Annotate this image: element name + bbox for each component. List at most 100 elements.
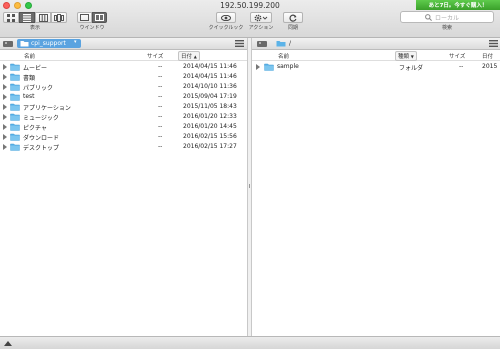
file-name: アプリケーション <box>23 105 71 112</box>
right-path-chip[interactable]: / <box>276 39 306 48</box>
sync-icon <box>289 14 297 22</box>
sync-button[interactable] <box>283 12 303 23</box>
disclosure-triangle-icon[interactable] <box>3 64 7 70</box>
disclosure-triangle-icon[interactable] <box>3 84 7 90</box>
folder-icon <box>10 63 20 71</box>
right-col-kind[interactable]: 種類 ▼ <box>395 51 417 61</box>
file-name: test <box>23 93 35 100</box>
table-row[interactable]: sample フォルダ -- 2015 <box>252 62 500 72</box>
disclosure-triangle-icon[interactable] <box>3 124 7 130</box>
disclosure-triangle-icon[interactable] <box>3 114 7 120</box>
drive-icon <box>3 41 13 47</box>
disclosure-triangle-icon[interactable] <box>3 144 7 150</box>
right-pane-menu-button[interactable] <box>489 40 498 47</box>
folder-icon <box>10 83 20 91</box>
right-col-date[interactable]: 日付 <box>482 52 493 60</box>
view-label: 表示 <box>29 25 40 31</box>
expand-panel-button[interactable] <box>3 340 13 347</box>
file-kind: フォルダ <box>399 65 424 72</box>
right-column-header: 名前 種類 ▼ サイズ 日付 <box>252 51 500 61</box>
dual-pane-button[interactable] <box>92 12 107 23</box>
status-bar <box>0 336 500 349</box>
file-date: 2016/01/20 12:33 <box>183 113 237 120</box>
right-col-kind-label: 種類 <box>398 54 410 60</box>
file-date: 2014/10/10 11:36 <box>183 83 237 90</box>
file-date: 2016/02/15 17:27 <box>183 143 237 150</box>
file-date: 2016/01/20 14:45 <box>183 123 237 130</box>
eye-icon <box>221 14 231 21</box>
table-row[interactable]: アプリケーション -- 2015/11/05 18:43 <box>0 102 247 112</box>
single-pane-icon <box>80 14 89 21</box>
search-icon <box>425 13 432 21</box>
folder-icon <box>264 63 274 71</box>
right-col-name[interactable]: 名前 <box>278 52 289 60</box>
coverflow-icon <box>54 13 64 22</box>
file-date: 2014/04/15 11:46 <box>183 63 237 70</box>
file-date: 2015/09/04 17:19 <box>183 93 237 100</box>
pane-divider[interactable] <box>247 38 252 336</box>
coverflow-view-button[interactable] <box>51 12 67 23</box>
file-date: 2016/02/15 15:56 <box>183 133 237 140</box>
file-name: ミュージック <box>23 115 59 122</box>
left-col-date-label: 日付 <box>181 54 193 60</box>
left-column-header: 名前 サイズ 日付 ▲ <box>0 51 247 61</box>
right-drive-button[interactable] <box>256 39 268 48</box>
file-name: ピクチャ <box>23 125 47 132</box>
divider-grip <box>249 184 250 188</box>
disclosure-triangle-icon[interactable] <box>3 74 7 80</box>
disclosure-triangle-icon[interactable] <box>256 64 260 70</box>
left-path-chip[interactable]: cpi_support ▾ <box>17 39 81 48</box>
table-row[interactable]: デスクトップ -- 2016/02/15 17:27 <box>0 142 247 152</box>
table-row[interactable]: ミュージック -- 2016/01/20 12:33 <box>0 112 247 122</box>
folder-icon <box>10 93 20 101</box>
table-row[interactable]: パブリック -- 2014/10/10 11:36 <box>0 82 247 92</box>
drive-icon <box>257 41 267 47</box>
action-menu-button[interactable] <box>250 12 272 23</box>
grid-icon <box>7 13 15 22</box>
file-size: -- <box>158 73 163 80</box>
left-col-size[interactable]: サイズ <box>147 52 163 60</box>
folder-icon <box>10 103 20 111</box>
search-label: 検索 <box>441 25 452 31</box>
left-drive-button[interactable] <box>2 39 14 48</box>
file-size: -- <box>158 103 163 110</box>
buy-now-button[interactable]: あと7日。今すぐ購入！ <box>416 0 500 10</box>
action-label: アクション <box>248 25 274 31</box>
right-path-name: / <box>289 40 292 47</box>
table-row[interactable]: test -- 2015/09/04 17:19 <box>0 92 247 102</box>
search-field[interactable]: ローカル <box>400 11 494 23</box>
table-row[interactable]: ムービー -- 2014/04/15 11:46 <box>0 62 247 72</box>
left-path-bar: cpi_support ▾ <box>0 38 247 50</box>
gear-icon <box>254 14 268 21</box>
right-col-size[interactable]: サイズ <box>449 52 465 60</box>
left-col-date[interactable]: 日付 ▲ <box>178 51 200 61</box>
disclosure-triangle-icon[interactable] <box>3 94 7 100</box>
file-name: 書類 <box>23 75 36 82</box>
file-name: sample <box>277 63 299 70</box>
file-date: 2015 <box>482 63 498 70</box>
sync-label: 同期 <box>287 25 298 31</box>
file-name: ダウンロード <box>23 135 60 142</box>
disclosure-triangle-icon[interactable] <box>3 134 7 140</box>
table-row[interactable]: ピクチャ -- 2016/01/20 14:45 <box>0 122 247 132</box>
menu-lines-icon <box>235 40 244 47</box>
quicklook-button[interactable] <box>216 12 236 23</box>
chevron-down-icon: ▾ <box>74 39 77 45</box>
single-pane-button[interactable] <box>77 12 92 23</box>
column-view-button[interactable] <box>35 12 51 23</box>
file-size: -- <box>158 63 163 70</box>
left-pane-menu-button[interactable] <box>235 40 244 47</box>
disclosure-triangle-icon[interactable] <box>3 104 7 110</box>
list-view-button[interactable] <box>19 12 35 23</box>
folder-icon <box>10 73 20 81</box>
menu-lines-icon <box>489 40 498 47</box>
folder-icon <box>20 41 29 47</box>
icon-view-button[interactable] <box>3 12 19 23</box>
file-size: -- <box>158 113 163 120</box>
table-row[interactable]: ダウンロード -- 2016/02/15 15:56 <box>0 132 247 142</box>
table-row[interactable]: 書類 -- 2014/04/15 11:46 <box>0 72 247 82</box>
folder-icon <box>10 113 20 121</box>
left-col-name[interactable]: 名前 <box>24 52 35 60</box>
file-size: -- <box>459 63 464 70</box>
list-icon <box>23 13 31 22</box>
